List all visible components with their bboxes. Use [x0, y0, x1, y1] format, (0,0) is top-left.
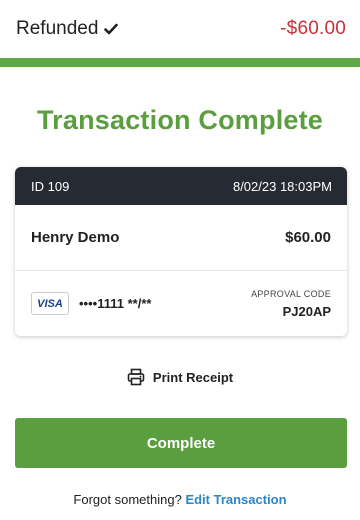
page-title: Transaction Complete: [36, 105, 324, 135]
card-number: ••••1111 **/**: [79, 296, 152, 311]
printer-icon: [127, 368, 145, 386]
card-info: VISA ••••1111 **/**: [31, 292, 151, 315]
check-icon: [104, 22, 119, 36]
complete-button[interactable]: Complete: [15, 418, 347, 468]
refund-amount: -$60.00: [280, 18, 346, 39]
transaction-id: ID 109: [31, 178, 70, 194]
customer-row: Henry Demo $60.00: [15, 205, 347, 271]
approval-label: APPROVAL CODE: [251, 288, 331, 299]
approval-code: PJ20AP: [282, 303, 331, 319]
refund-status: Refunded: [16, 18, 119, 40]
transaction-header: ID 109 8/02/23 18:03PM: [15, 167, 347, 205]
transaction-amount: $60.00: [285, 229, 331, 246]
footer-prompt: Forgot something?: [73, 492, 186, 507]
status-label: Refunded: [16, 18, 99, 39]
transaction-datetime: 8/02/23 18:03PM: [232, 178, 332, 194]
customer-name: Henry Demo: [31, 229, 120, 246]
status-bar: Refunded -$60.00: [0, 0, 360, 58]
visa-card-icon: VISA: [31, 292, 69, 315]
approval-block: APPROVAL CODE PJ20AP: [251, 289, 331, 319]
footer: Forgot something? Edit Transaction: [0, 492, 360, 507]
print-receipt-label: Print Receipt: [152, 369, 234, 385]
print-receipt-button[interactable]: Print Receipt: [0, 366, 360, 388]
edit-transaction-link[interactable]: Edit Transaction: [185, 492, 286, 507]
status-divider: [0, 58, 360, 67]
transaction-card: ID 109 8/02/23 18:03PM Henry Demo $60.00…: [15, 167, 347, 336]
payment-row: VISA ••••1111 **/** APPROVAL CODE PJ20AP: [15, 271, 347, 336]
